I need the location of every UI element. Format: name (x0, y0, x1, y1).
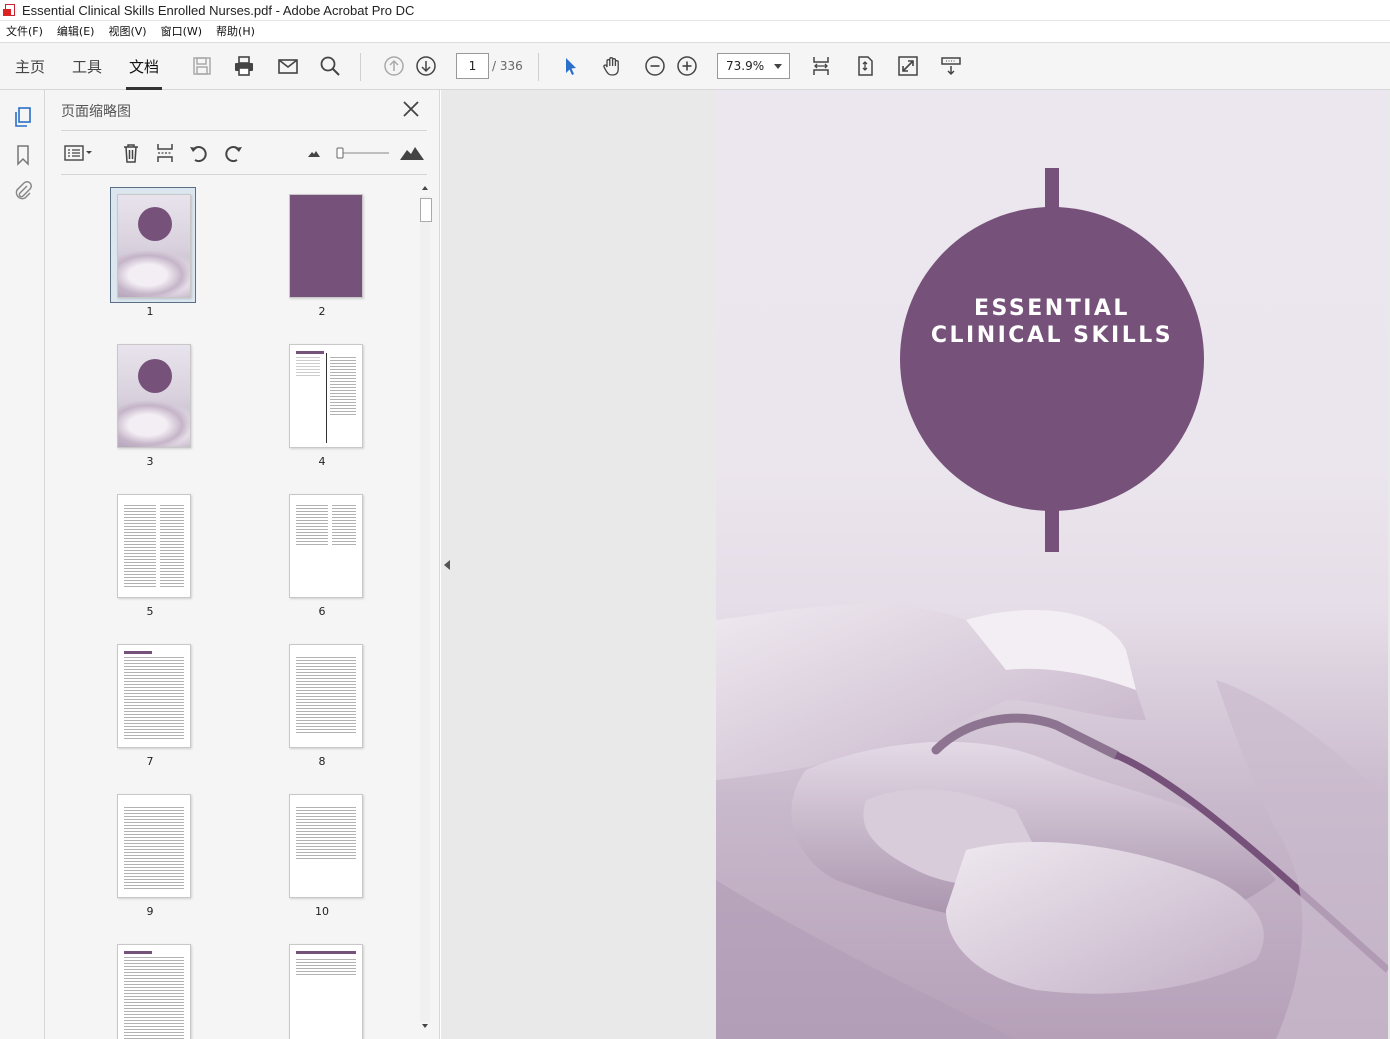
thumbnail-page-number: 9 (146, 905, 154, 918)
insert-page-icon[interactable] (152, 140, 178, 166)
thumbnail-toolbar (61, 138, 427, 168)
panel-title: 页面缩略图 (61, 104, 131, 120)
page-count: / 336 (492, 59, 523, 73)
menu-window[interactable]: 窗口(W) (161, 23, 202, 39)
toolbar-separator (538, 53, 539, 81)
delete-icon[interactable] (118, 140, 144, 166)
options-menu-icon[interactable] (61, 140, 97, 166)
page-thumbnail[interactable] (262, 934, 382, 1039)
page-thumbnail[interactable]: 2 (262, 186, 382, 324)
menu-bar: 文件(F) 编辑(E) 视图(V) 窗口(W) 帮助(H) (0, 21, 1390, 41)
thumbnail-page-number: 7 (146, 755, 154, 768)
thumbnail-page-number: 10 (315, 905, 329, 918)
thumbnail-size-slider[interactable] (333, 140, 393, 166)
thumbnail-page-number: 6 (318, 605, 326, 618)
scroll-up-arrow-icon[interactable] (422, 186, 428, 190)
tab-home[interactable]: 主页 (12, 43, 48, 89)
close-icon[interactable] (401, 99, 421, 119)
search-icon[interactable] (315, 43, 345, 89)
next-page-icon[interactable] (411, 43, 441, 89)
zoom-out-icon[interactable] (640, 43, 670, 89)
menu-help[interactable]: 帮助(H) (216, 23, 255, 39)
pdf-page[interactable]: ESSENTIAL CLINICAL SKILLS (716, 90, 1388, 1039)
thumbnail-page-number: 5 (146, 605, 154, 618)
bookmark-icon[interactable] (10, 142, 36, 168)
thumbnail-smaller-icon[interactable] (301, 140, 327, 166)
page-thumbnail[interactable]: 7 (90, 634, 210, 774)
scroll-down-arrow-icon[interactable] (422, 1024, 428, 1028)
thumbnail-page-number: 8 (318, 755, 326, 768)
divider (61, 174, 427, 175)
full-screen-icon[interactable] (893, 43, 923, 89)
hand-tool-icon[interactable] (597, 43, 627, 89)
rotate-right-icon[interactable] (220, 140, 246, 166)
thumbnail-list: 1 2 3 4 5 6 7 8 9 10 (61, 186, 417, 1039)
page-thumbnail[interactable]: 6 (262, 484, 382, 624)
main-toolbar: 主页 工具 文档 1 / 336 73.9% (0, 42, 1390, 90)
menu-file[interactable]: 文件(F) (6, 23, 43, 39)
menu-view[interactable]: 视图(V) (108, 23, 146, 39)
fit-width-scroll-icon[interactable] (806, 43, 836, 89)
cover-title: ESSENTIAL CLINICAL SKILLS (900, 295, 1204, 349)
cover-title-line: CLINICAL SKILLS (930, 323, 1174, 348)
page-thumbnail[interactable]: 10 (262, 784, 382, 924)
hands-photo (716, 604, 1388, 1039)
thumbnail-page-number: 2 (318, 305, 326, 318)
page-thumbnails-icon[interactable] (10, 104, 36, 130)
cover-title-line: ESSENTIAL (974, 296, 1130, 321)
page-thumbnail[interactable] (90, 934, 210, 1039)
page-thumbnail[interactable]: 4 (262, 334, 382, 474)
previous-page-icon[interactable] (379, 43, 409, 89)
page-thumbnails-panel: 页面缩略图 1 2 3 4 5 6 7 8 9 10 (45, 90, 440, 1039)
thumbnail-page-number: 1 (146, 305, 154, 318)
page-thumbnail[interactable]: 8 (262, 634, 382, 774)
page-thumbnail[interactable]: 5 (90, 484, 210, 624)
print-icon[interactable] (229, 43, 259, 89)
select-cursor-icon[interactable] (555, 43, 585, 89)
navigation-rail (0, 90, 45, 1039)
thumbnail-page-number: 4 (318, 455, 326, 468)
scrollbar-thumb[interactable] (420, 198, 432, 222)
thumbnail-page-number: 3 (146, 455, 154, 468)
zoom-in-icon[interactable] (672, 43, 702, 89)
title-bar: Essential Clinical Skills Enrolled Nurse… (0, 0, 1390, 21)
attachment-icon[interactable] (10, 177, 36, 203)
cover-circle (900, 207, 1204, 511)
page-thumbnail[interactable]: 1 (90, 186, 210, 324)
tab-document[interactable]: 文档 (126, 43, 162, 90)
save-icon[interactable] (187, 43, 217, 89)
zoom-value: 73.9% (726, 59, 765, 73)
menu-edit[interactable]: 编辑(E) (57, 23, 95, 39)
divider (61, 130, 427, 131)
acrobat-pdf-icon (3, 3, 17, 17)
fit-page-icon[interactable] (850, 43, 880, 89)
page-number-input[interactable]: 1 (456, 53, 489, 79)
collapse-panel-arrow-icon[interactable] (444, 560, 450, 570)
zoom-dropdown[interactable]: 73.9% (717, 53, 790, 79)
page-thumbnail[interactable]: 3 (90, 334, 210, 474)
email-icon[interactable] (273, 43, 303, 89)
scroll-mode-icon[interactable] (936, 43, 966, 89)
thumbnail-larger-icon[interactable] (397, 140, 427, 166)
page-thumbnail[interactable]: 9 (90, 784, 210, 924)
thumbnail-scrollbar[interactable] (417, 184, 433, 1037)
tab-tools[interactable]: 工具 (69, 43, 105, 89)
rotate-left-icon[interactable] (186, 140, 212, 166)
chevron-down-icon (774, 64, 782, 69)
window-title: Essential Clinical Skills Enrolled Nurse… (22, 2, 415, 18)
toolbar-separator (360, 53, 361, 81)
